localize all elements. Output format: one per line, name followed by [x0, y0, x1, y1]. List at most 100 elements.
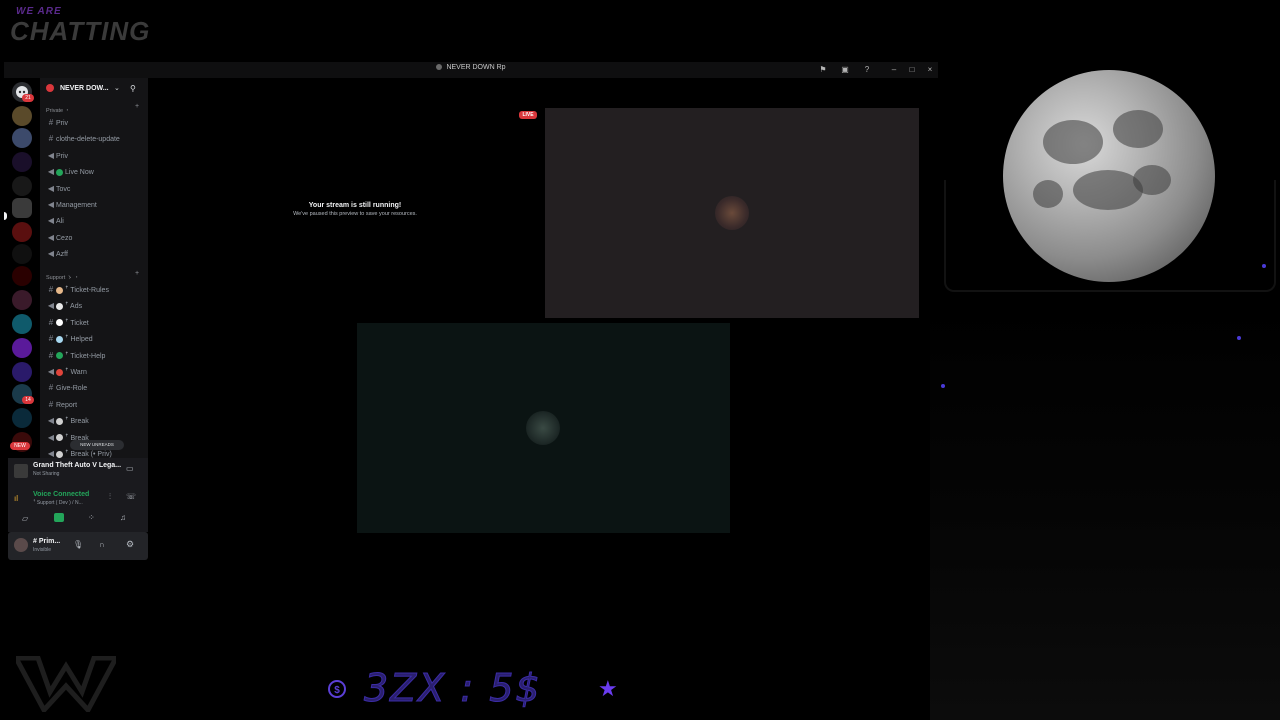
coin-icon: $ — [328, 680, 346, 698]
channel-item[interactable]: ◀ Tovc — [46, 182, 146, 196]
channel-emoji-icon — [56, 286, 63, 294]
title-bar: NEVER DOWN Rp ⚑ ▣ ? – □ × — [4, 62, 938, 78]
server-icon[interactable] — [12, 290, 32, 310]
close-icon[interactable]: × — [925, 65, 935, 75]
server-icon[interactable] — [12, 152, 32, 172]
server-icon[interactable] — [12, 408, 32, 428]
server-icon[interactable] — [12, 314, 32, 334]
new-unreads-pill[interactable]: NEW UNREADS — [70, 440, 124, 450]
speaker-icon: ◀ — [47, 150, 55, 160]
category-private[interactable]: Private ・ — [46, 106, 70, 114]
guild-header[interactable]: NEVER DOW... ⌄ ⚲ — [40, 78, 148, 100]
speaker-icon: ◀ — [47, 232, 55, 242]
channel-item[interactable]: ◀ Live Now — [46, 165, 146, 179]
channel-label: ꜛ Break (• Priv) — [65, 451, 112, 458]
channel-item[interactable]: # ꜛ Ticket — [46, 316, 146, 330]
gear-icon[interactable]: ⚙ — [126, 539, 134, 550]
brand-line2: CHATTING — [10, 16, 151, 46]
app-icon — [436, 64, 443, 71]
channel-item[interactable]: ◀ Priv — [46, 149, 146, 163]
maximize-icon[interactable]: □ — [907, 65, 917, 75]
screen-share-active-icon[interactable] — [54, 513, 64, 522]
category-support[interactable]: Support ゝ ・ — [46, 273, 79, 281]
channel-item[interactable]: # ꜛ Helped — [46, 332, 146, 346]
voice-status: Voice Connected — [33, 491, 90, 498]
speaker-icon: ◀ — [47, 249, 55, 259]
participant-tile[interactable] — [357, 323, 730, 533]
channel-emoji-icon — [56, 450, 63, 458]
hash-icon: # — [48, 334, 54, 344]
microphone-icon[interactable]: 🎙 — [73, 540, 83, 549]
speaker-icon: ◀ — [47, 167, 55, 177]
channel-label: Management — [56, 202, 97, 209]
channel-item[interactable]: # clothe-delete-update — [46, 132, 146, 146]
channel-emoji-icon — [56, 303, 63, 311]
server-icon[interactable] — [12, 244, 32, 264]
headphones-icon[interactable]: ∩ — [99, 540, 105, 549]
window-title: NEVER DOWN Rp — [446, 64, 506, 71]
chevron-down-icon[interactable]: ⌄ — [114, 84, 120, 92]
channel-label: Live Now — [65, 169, 94, 177]
channel-label: Ali — [56, 218, 64, 226]
participant-tile[interactable] — [545, 108, 919, 318]
pin-icon[interactable]: ⚑ — [818, 65, 828, 75]
channel-label: ꜛ Warn — [65, 369, 87, 376]
signal-icon[interactable]: ıl — [14, 494, 18, 503]
avatar — [526, 411, 560, 445]
channel-item[interactable]: # ꜛ Ticket-Help — [46, 349, 146, 363]
disconnect-icon[interactable]: ☏ — [126, 492, 136, 501]
server-icon[interactable] — [12, 106, 32, 126]
server-icon[interactable] — [12, 128, 32, 148]
channel-item[interactable]: # Priv — [46, 116, 146, 130]
channel-item[interactable]: ◀ ꜛ Ads — [46, 299, 146, 313]
moon-image — [1003, 70, 1215, 282]
speaker-icon: ◀ — [47, 301, 55, 311]
activities-icon[interactable]: ⁘ — [88, 513, 95, 522]
server-icon[interactable] — [12, 362, 32, 382]
channel-list: NEVER DOW... ⌄ ⚲ Private ・ + # Priv # cloth… — [40, 78, 148, 462]
add-channel-icon[interactable]: + — [135, 270, 139, 277]
channel-item[interactable]: # Report — [46, 398, 146, 412]
server-icon[interactable] — [12, 338, 32, 358]
speaker-icon: ◀ — [47, 416, 55, 426]
minimize-icon[interactable]: – — [889, 65, 899, 75]
voice-channel[interactable]: ꜛ Support ( Dev ) / N... — [33, 500, 83, 506]
video-icon[interactable]: ▱ — [22, 514, 28, 523]
sparkle — [1237, 336, 1241, 340]
channel-label: Tovc — [56, 185, 71, 193]
hash-icon: # — [48, 350, 54, 360]
channel-emoji-icon — [56, 352, 63, 360]
inbox-icon[interactable]: ▣ — [840, 65, 850, 75]
channel-emoji-icon — [56, 335, 63, 343]
server-icon[interactable] — [12, 266, 32, 286]
help-icon[interactable]: ? — [862, 65, 872, 75]
sparkle — [1262, 264, 1266, 268]
channel-item[interactable]: # ꜛ Ticket-Rules — [46, 283, 146, 297]
channel-item[interactable]: ◀ Cezo — [46, 231, 146, 245]
add-member-icon[interactable]: ⚲ — [130, 84, 136, 93]
guild-icon — [46, 84, 54, 92]
activity-panel: Grand Theft Auto V Lega... Not Sharing ▭ — [8, 458, 148, 488]
server-icon[interactable] — [12, 176, 32, 196]
channel-item[interactable]: # Give-Role — [46, 381, 146, 395]
add-channel-icon[interactable]: + — [135, 103, 139, 110]
sparkle — [941, 384, 945, 388]
hash-icon: # — [48, 285, 54, 294]
channel-item[interactable]: ◀ ꜛ Warn — [46, 365, 146, 379]
noise-suppression-icon[interactable]: ⫶ — [109, 492, 111, 502]
avatar[interactable] — [14, 538, 28, 552]
server-icon[interactable] — [12, 222, 32, 242]
soundboard-icon[interactable]: ♫ — [120, 513, 126, 522]
channel-label: Priv — [56, 152, 69, 160]
channel-item[interactable]: ◀ Azff — [46, 247, 146, 261]
screen-share-icon[interactable]: ▭ — [126, 464, 134, 473]
channel-emoji-icon — [56, 368, 63, 376]
channel-item[interactable]: ◀ Management — [46, 198, 146, 212]
star-icon: ★ — [598, 676, 618, 701]
speaker-icon: ◀ — [47, 216, 55, 226]
channel-item[interactable]: ◀ Ali — [46, 214, 146, 228]
hash-icon: # — [48, 134, 54, 144]
channel-item[interactable]: ◀ ꜛ Break — [46, 414, 146, 428]
overlay-background — [930, 300, 1280, 720]
server-icon-selected[interactable] — [12, 198, 32, 218]
